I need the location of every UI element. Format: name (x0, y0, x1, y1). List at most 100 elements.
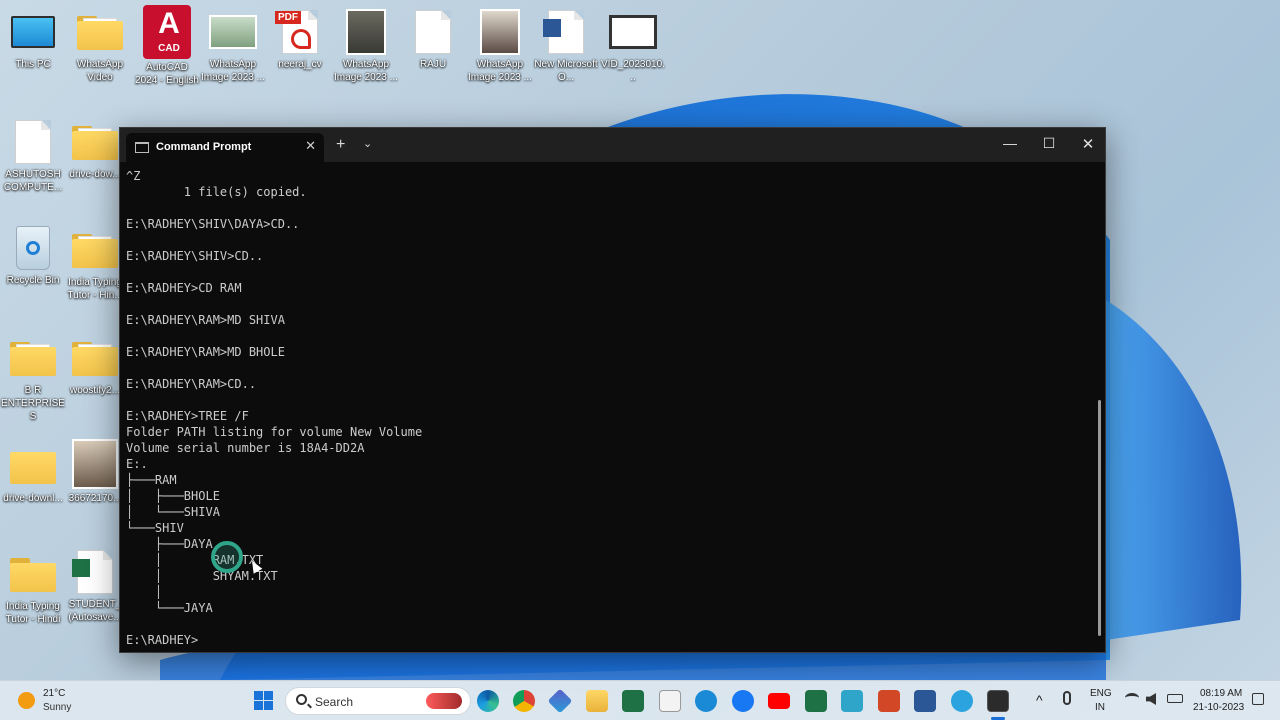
desktop-icon-label: Recycle Bin (6, 275, 60, 286)
terminal-icon (135, 142, 149, 153)
microphone-icon[interactable] (1063, 691, 1071, 705)
taskbar: 21°C Sunny Search ^ ENG IN 08:19 AM 21-1… (0, 680, 1280, 720)
desktop-icon-label: WhatsApp Image 2023 ... (334, 59, 398, 83)
folder-icon (71, 226, 119, 274)
pdf-icon: PDF (275, 8, 324, 56)
this-pc-icon[interactable]: This PC (0, 8, 66, 71)
notepad-icon[interactable] (841, 690, 863, 712)
console-output[interactable]: ^Z 1 file(s) copied. E:\RADHEY\SHIV\DAYA… (126, 168, 1091, 652)
notification-icon[interactable] (1252, 693, 1264, 705)
cursor-highlight-ring (211, 541, 243, 573)
drive-download-folder-2[interactable]: drive-downl... (0, 442, 66, 505)
battery-icon[interactable] (1167, 694, 1183, 703)
media-app-icon[interactable] (878, 690, 900, 712)
tab-close-icon[interactable]: ✕ (305, 138, 316, 154)
desktop-icon-label: WhatsApp Image 2023 ... (468, 59, 532, 83)
whatsapp-image-1[interactable]: WhatsApp Image 2023 ... (200, 8, 266, 84)
desktop-icon-label: neeraj_cv (278, 59, 322, 70)
image-thumbnail-icon (342, 8, 390, 56)
document-icon (409, 8, 457, 56)
br-enterprises-folder[interactable]: B R ENTERPRISES (0, 334, 66, 423)
file-explorer-icon[interactable] (586, 690, 608, 712)
wifi-icon[interactable] (1125, 693, 1139, 703)
pdf-badge: PDF (275, 11, 301, 24)
desktop-icon-label: India Typing Tutor - Hindi (5, 601, 61, 625)
whatsapp-image-2[interactable]: WhatsApp Image 2023 ... (333, 8, 399, 84)
word-icon[interactable] (914, 690, 936, 712)
new-tab-button[interactable]: + (336, 136, 345, 154)
new-word-document[interactable]: New Microsoft O... (533, 8, 599, 84)
clock-date[interactable]: 21-10-2023 (1193, 702, 1244, 713)
document-icon (9, 118, 57, 166)
whatsapp-image-3[interactable]: WhatsApp Image 2023 ... (467, 8, 533, 84)
folder-icon (71, 334, 119, 382)
india-typing-tutor-hindi[interactable]: India Typing Tutor - Hindi (0, 550, 66, 626)
command-prompt-window[interactable]: Command Prompt ✕ + ⌄ — ☐ ✕ ^Z 1 file(s) … (119, 127, 1106, 653)
language-code[interactable]: ENG (1090, 688, 1112, 699)
youtube-icon[interactable] (768, 693, 790, 709)
autocad-shortcut[interactable]: A CAD AutoCAD 2024 - English (134, 5, 200, 87)
region-code[interactable]: IN (1095, 702, 1105, 713)
desktop-icon-label: AutoCAD 2024 - English (135, 62, 199, 86)
search-icon (296, 694, 307, 705)
chevron-down-icon[interactable]: ⌄ (363, 137, 372, 150)
desktop-icon-label: ASHUTOSH COMPUTE... (3, 169, 63, 193)
help-icon[interactable] (695, 690, 717, 712)
image-thumbnail-icon (209, 8, 257, 56)
word-icon (542, 8, 590, 56)
notes-icon[interactable] (659, 690, 681, 712)
chevron-up-icon[interactable]: ^ (1036, 692, 1043, 708)
monitor-icon (9, 8, 57, 56)
terminal-taskbar-icon[interactable] (987, 690, 1009, 712)
folder-icon (9, 334, 57, 382)
folder-icon (9, 550, 57, 598)
whatsapp-video-folder[interactable]: WhatsApp Video (67, 8, 133, 84)
desktop-icon-label: VID_2023010... (601, 59, 665, 83)
image-thumbnail-icon (71, 438, 119, 490)
maximize-button[interactable]: ☐ (1029, 135, 1069, 152)
search-box[interactable]: Search (285, 687, 471, 715)
telegram-icon[interactable] (951, 690, 973, 712)
start-button[interactable] (253, 690, 275, 712)
minimize-button[interactable]: — (990, 135, 1030, 151)
sun-icon[interactable] (18, 692, 35, 709)
close-button[interactable]: ✕ (1068, 135, 1108, 153)
download-app-icon[interactable] (622, 690, 644, 712)
folder-icon (9, 442, 57, 490)
cad-badge: CAD (158, 43, 180, 54)
facebook-icon[interactable] (732, 690, 754, 712)
desktop-icon-label: WhatsApp Image 2023 ... (201, 59, 265, 83)
image-thumbnail-icon (476, 8, 524, 56)
recycle-bin[interactable]: Recycle Bin (0, 224, 66, 287)
recycle-bin-icon (9, 224, 57, 272)
volume-icon[interactable] (1146, 693, 1156, 705)
desktop-icon-label: WhatsApp Video (76, 59, 124, 83)
video-thumbnail-icon (609, 8, 657, 56)
app-icon[interactable] (547, 688, 573, 714)
search-highlight-graphic (426, 693, 462, 709)
weather-condition[interactable]: Sunny (43, 702, 71, 713)
chrome-icon[interactable] (513, 690, 535, 712)
desktop-icon-label: New Microsoft O... (534, 59, 598, 83)
autocad-icon: A CAD (143, 5, 191, 59)
desktop-icon-label: B R ENTERPRISES (1, 385, 65, 422)
edge-icon[interactable] (477, 690, 499, 712)
title-bar[interactable]: Command Prompt ✕ + ⌄ — ☐ ✕ (120, 128, 1105, 162)
folder-icon (76, 8, 124, 56)
search-placeholder: Search (315, 695, 354, 709)
autocad-letter: A (158, 7, 180, 40)
clock-time[interactable]: 08:19 AM (1200, 688, 1242, 699)
scrollbar[interactable] (1098, 400, 1101, 636)
tab-title: Command Prompt (156, 141, 252, 153)
neeraj-cv-pdf[interactable]: PDF neeraj_cv (267, 8, 333, 71)
video-file[interactable]: VID_2023010... (600, 8, 666, 84)
excel-icon (71, 548, 119, 596)
weather-temp[interactable]: 21°C (43, 688, 65, 699)
desktop-icon-label: This PC (15, 59, 51, 70)
desktop-icon-label: RAJU (419, 59, 447, 70)
folder-icon (71, 118, 119, 166)
raju-document[interactable]: RAJU (400, 8, 466, 71)
excel-icon[interactable] (805, 690, 827, 712)
ashutosh-document[interactable]: ASHUTOSH COMPUTE... (0, 118, 66, 194)
tab-command-prompt[interactable]: Command Prompt ✕ (126, 133, 324, 162)
